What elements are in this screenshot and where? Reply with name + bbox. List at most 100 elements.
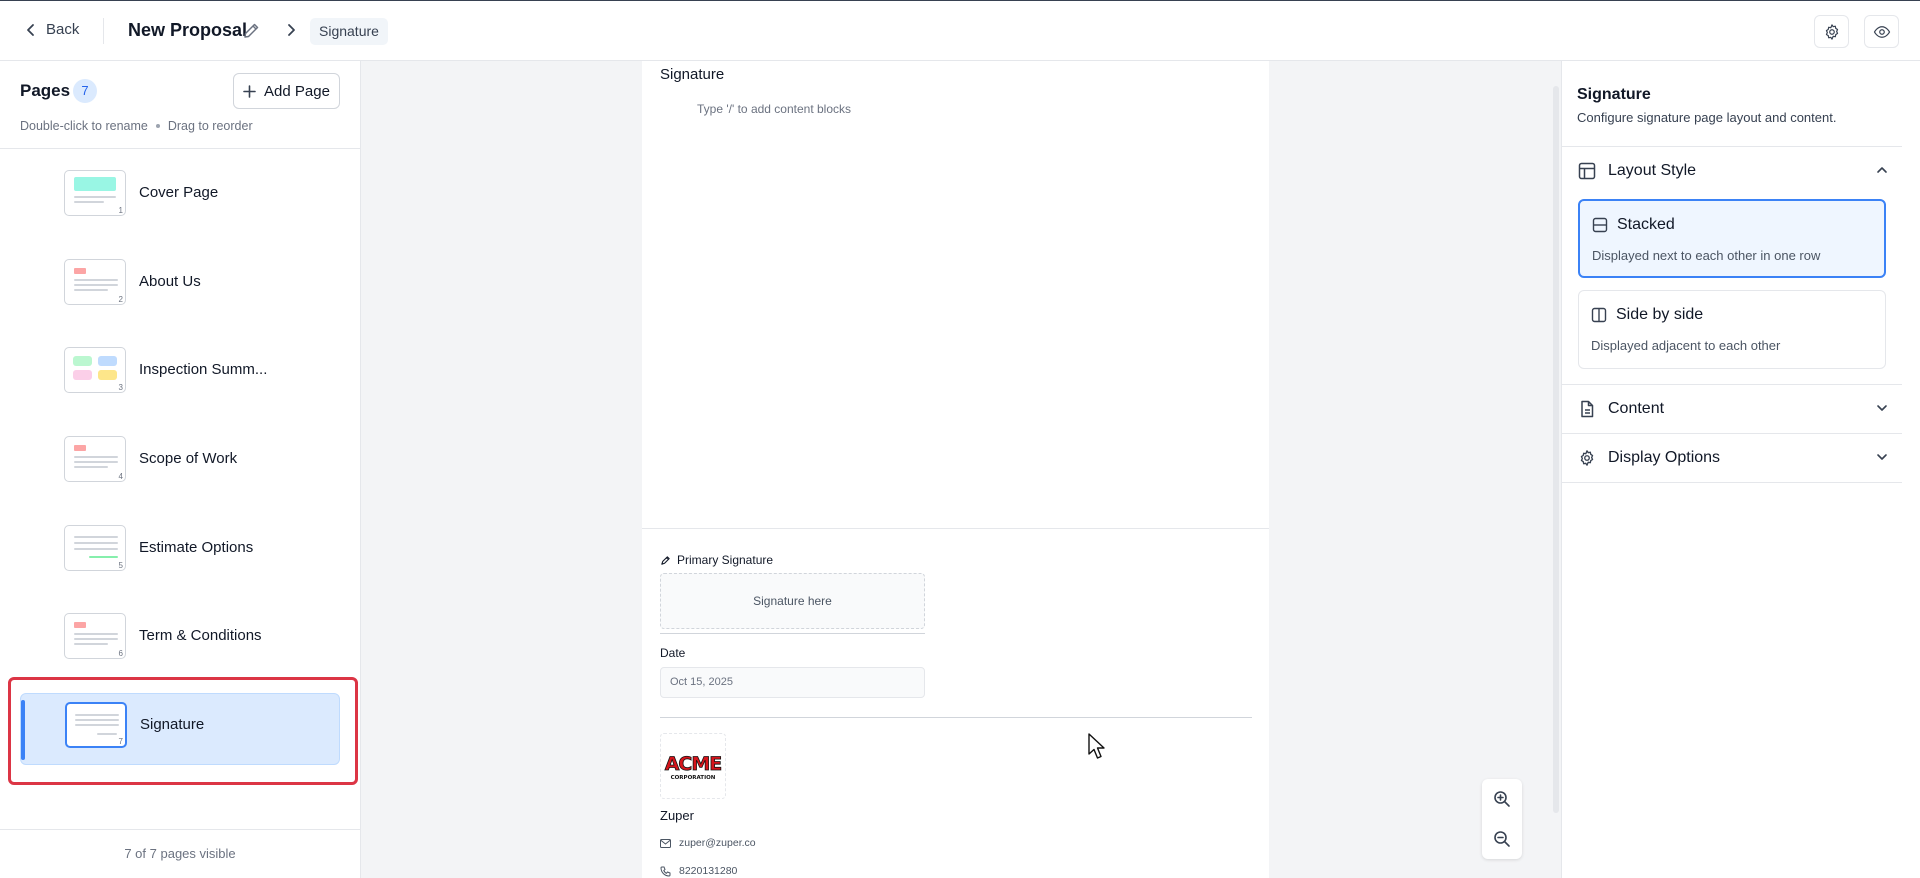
layout-icon xyxy=(1578,162,1596,180)
page-thumbnail: 3 xyxy=(64,347,126,393)
page-number: 3 xyxy=(118,383,123,392)
layout-option-side-by-side[interactable]: Side by side Displayed adjacent to each … xyxy=(1578,290,1886,369)
page-preview: Signature Type '/' to add content blocks… xyxy=(642,61,1269,878)
company-email: zuper@zuper.co xyxy=(660,837,756,849)
page-label: Term & Conditions xyxy=(139,627,262,644)
panel-title: Signature xyxy=(1577,86,1651,103)
page-thumbnail: 7 xyxy=(65,702,127,748)
pages-count-badge: 7 xyxy=(73,79,97,103)
page-item-terms-conditions[interactable]: 6 Term & Conditions xyxy=(20,605,340,677)
content-divider xyxy=(642,528,1269,529)
gear-icon xyxy=(1825,23,1838,40)
chevron-up-icon xyxy=(1877,167,1887,173)
page-thumbnail: 2 xyxy=(64,259,126,305)
add-page-button[interactable]: Add Page xyxy=(233,73,340,109)
option-title: Side by side xyxy=(1616,306,1704,323)
date-field[interactable]: Oct 15, 2025 xyxy=(660,667,925,698)
layout-style-accordion[interactable]: Layout Style xyxy=(1562,147,1902,195)
option-title: Stacked xyxy=(1617,216,1675,233)
chevron-right-icon xyxy=(286,23,296,37)
zoom-out-button[interactable] xyxy=(1482,819,1522,859)
properties-panel: Signature Configure signature page layou… xyxy=(1561,61,1920,878)
page-label: Scope of Work xyxy=(139,450,238,467)
page-number: 7 xyxy=(118,737,123,746)
signature-line xyxy=(660,633,925,634)
gear-icon xyxy=(1580,450,1594,466)
page-label: Signature xyxy=(140,716,205,733)
editor-canvas: Signature Type '/' to add content blocks… xyxy=(361,61,1561,878)
page-thumbnail: 5 xyxy=(64,525,126,571)
content-accordion[interactable]: Content xyxy=(1562,385,1902,433)
signature-field[interactable]: Signature here xyxy=(660,573,925,629)
page-label: About Us xyxy=(139,273,201,290)
document-title[interactable]: New Proposal xyxy=(128,20,247,41)
panel-divider xyxy=(1562,482,1902,483)
layout-style-label: Layout Style xyxy=(1608,162,1697,179)
layout-option-stacked[interactable]: Stacked Displayed next to each other in … xyxy=(1578,199,1886,278)
page-label: Cover Page xyxy=(139,184,219,201)
page-item-inspection-summary[interactable]: 3 Inspection Summ... xyxy=(20,339,340,411)
zoom-out-icon xyxy=(1494,831,1510,847)
pages-sidebar: Pages 7 Add Page Double-click to rename … xyxy=(0,61,361,878)
page-number: 6 xyxy=(118,649,123,658)
hint-separator xyxy=(155,124,160,128)
add-page-label: Add Page xyxy=(264,82,330,100)
panel-subtitle: Configure signature page layout and cont… xyxy=(1577,110,1837,125)
page-number: 5 xyxy=(118,561,123,570)
content-placeholder[interactable]: Type '/' to add content blocks xyxy=(697,102,851,116)
plus-icon xyxy=(243,84,256,98)
option-description: Displayed adjacent to each other xyxy=(1591,338,1781,353)
page-thumbnail: 4 xyxy=(64,436,126,482)
logo-subtext: CORPORATION xyxy=(671,775,716,781)
page-item-signature[interactable]: 7 Signature xyxy=(20,693,340,765)
content-label: Content xyxy=(1608,400,1665,417)
stacked-layout-icon xyxy=(1592,217,1608,233)
preview-button[interactable] xyxy=(1864,15,1899,48)
columns-layout-icon xyxy=(1591,307,1607,323)
back-label: Back xyxy=(46,21,80,38)
display-options-accordion[interactable]: Display Options xyxy=(1562,434,1902,482)
company-name: Zuper xyxy=(660,808,694,823)
chevron-down-icon xyxy=(1877,405,1887,411)
option-description: Displayed next to each other in one row xyxy=(1592,248,1821,263)
edit-title-icon[interactable] xyxy=(243,22,260,39)
primary-signature-label: Primary Signature xyxy=(660,553,773,567)
back-button[interactable]: Back xyxy=(26,21,79,38)
company-logo: ACME CORPORATION xyxy=(660,733,726,799)
display-options-label: Display Options xyxy=(1608,449,1721,466)
settings-button[interactable] xyxy=(1814,15,1849,48)
chevron-left-icon xyxy=(27,23,34,36)
phone-text: 8220131280 xyxy=(679,865,738,877)
document-icon xyxy=(1581,400,1594,418)
sidebar-divider xyxy=(0,148,360,149)
page-item-about-us[interactable]: 2 About Us xyxy=(20,251,340,323)
zoom-controls xyxy=(1482,779,1522,859)
page-number: 2 xyxy=(118,295,123,304)
page-item-estimate-options[interactable]: 5 Estimate Options xyxy=(20,517,340,589)
phone-icon xyxy=(660,866,671,877)
zoom-in-icon xyxy=(1494,791,1510,807)
chevron-down-icon xyxy=(1877,454,1887,460)
page-label: Inspection Summ... xyxy=(139,361,268,378)
hint-rename: Double-click to rename xyxy=(20,119,148,133)
page-item-cover-page[interactable]: 1 Cover Page xyxy=(20,162,340,234)
active-indicator xyxy=(21,700,25,760)
eye-icon xyxy=(1873,25,1890,38)
page-number: 1 xyxy=(118,206,123,215)
canvas-scrollbar[interactable] xyxy=(1553,86,1559,813)
signature-pen-icon xyxy=(661,555,670,565)
email-text: zuper@zuper.co xyxy=(679,837,756,849)
page-item-scope-of-work[interactable]: 4 Scope of Work xyxy=(20,428,340,500)
mouse-cursor-icon xyxy=(1088,733,1108,761)
hint-reorder: Drag to reorder xyxy=(167,119,253,133)
logo-wordmark: ACME xyxy=(665,753,722,775)
breadcrumb-current[interactable]: Signature xyxy=(310,18,388,45)
page-thumbnail: 6 xyxy=(64,613,126,659)
section-title: Signature xyxy=(660,66,725,83)
top-bar: Back New Proposal Signature xyxy=(0,0,1920,61)
page-number: 4 xyxy=(118,472,123,481)
header-divider xyxy=(103,18,104,44)
zoom-in-button[interactable] xyxy=(1482,779,1522,819)
mail-icon xyxy=(660,838,671,848)
page-label: Estimate Options xyxy=(139,539,254,556)
